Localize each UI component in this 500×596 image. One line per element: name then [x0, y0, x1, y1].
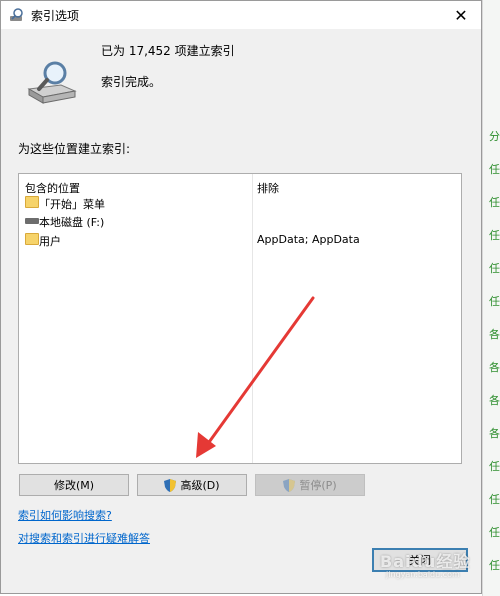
background-glyph: 任 [489, 163, 500, 176]
location-name: 「开始」菜单 [39, 198, 105, 211]
location-name: 用户 [39, 235, 61, 248]
window-title: 索引选项 [31, 9, 80, 23]
window-close-button[interactable]: ✕ [441, 1, 481, 29]
baidu-watermark-url: jingyan.baidu.com [386, 570, 460, 579]
background-glyph: 任 [489, 559, 500, 572]
background-glyph: 分 [489, 130, 500, 143]
indexing-options-icon [10, 8, 23, 21]
modify-button[interactable]: 修改(M) [19, 474, 129, 496]
pause-button[interactable]: 暂停(P) [255, 474, 365, 496]
folder-icon [25, 233, 39, 245]
modify-button-label: 修改(M) [53, 479, 95, 492]
baidu-watermark: Baidu经验 [380, 552, 471, 571]
list-item[interactable]: 用户 AppData; AppData [19, 231, 459, 249]
indexing-help-link[interactable]: 索引如何影响搜索? [18, 507, 112, 523]
troubleshoot-link[interactable]: 对搜索和索引进行疑难解答 [18, 530, 150, 546]
background-glyph: 任 [489, 196, 500, 209]
drive-icon [25, 218, 39, 224]
advanced-button-label: 高级(D) [180, 479, 220, 492]
background-glyph: 任 [489, 295, 500, 308]
background-glyph: 各 [489, 361, 500, 374]
background-glyph: 各 [489, 394, 500, 407]
background-glyph: 任 [489, 493, 500, 506]
background-glyph: 各 [489, 427, 500, 440]
background-glyph: 各 [489, 328, 500, 341]
background-glyph: 任 [489, 526, 500, 539]
background-glyph: 任 [489, 262, 500, 275]
background-glyph: 任 [489, 229, 500, 242]
list-item[interactable]: 「开始」菜单 [19, 194, 459, 212]
uac-shield-icon [283, 478, 296, 492]
locations-section-label: 为这些位置建立索引: [18, 142, 131, 156]
advanced-button[interactable]: 高级(D) [137, 474, 247, 496]
indexing-status-text: 索引完成。 [101, 75, 162, 89]
exclusion-value: AppData; AppData [257, 233, 360, 246]
folder-icon [25, 196, 39, 208]
location-name: 本地磁盘 (F:) [39, 216, 105, 229]
indexed-locations-list[interactable]: 包含的位置 排除 「开始」菜单 本地磁盘 (F:) 用户 AppData; Ap… [18, 173, 462, 464]
background-window-strip: 分任任任任任各各各各任任任任 [482, 0, 500, 596]
indexed-count-text: 已为 17,452 项建立索引 [101, 44, 235, 58]
background-glyph: 任 [489, 460, 500, 473]
pause-button-label: 暂停(P) [299, 479, 337, 492]
magnifier-drive-icon [27, 61, 77, 104]
list-item[interactable]: 本地磁盘 (F:) [19, 212, 459, 230]
indexing-options-dialog: 索引选项 ✕ 已为 17,452 项建立索引 索引完成。 为这些位置建立索引: … [0, 0, 482, 594]
title-bar: 索引选项 ✕ [1, 1, 481, 29]
uac-shield-icon [164, 478, 177, 492]
